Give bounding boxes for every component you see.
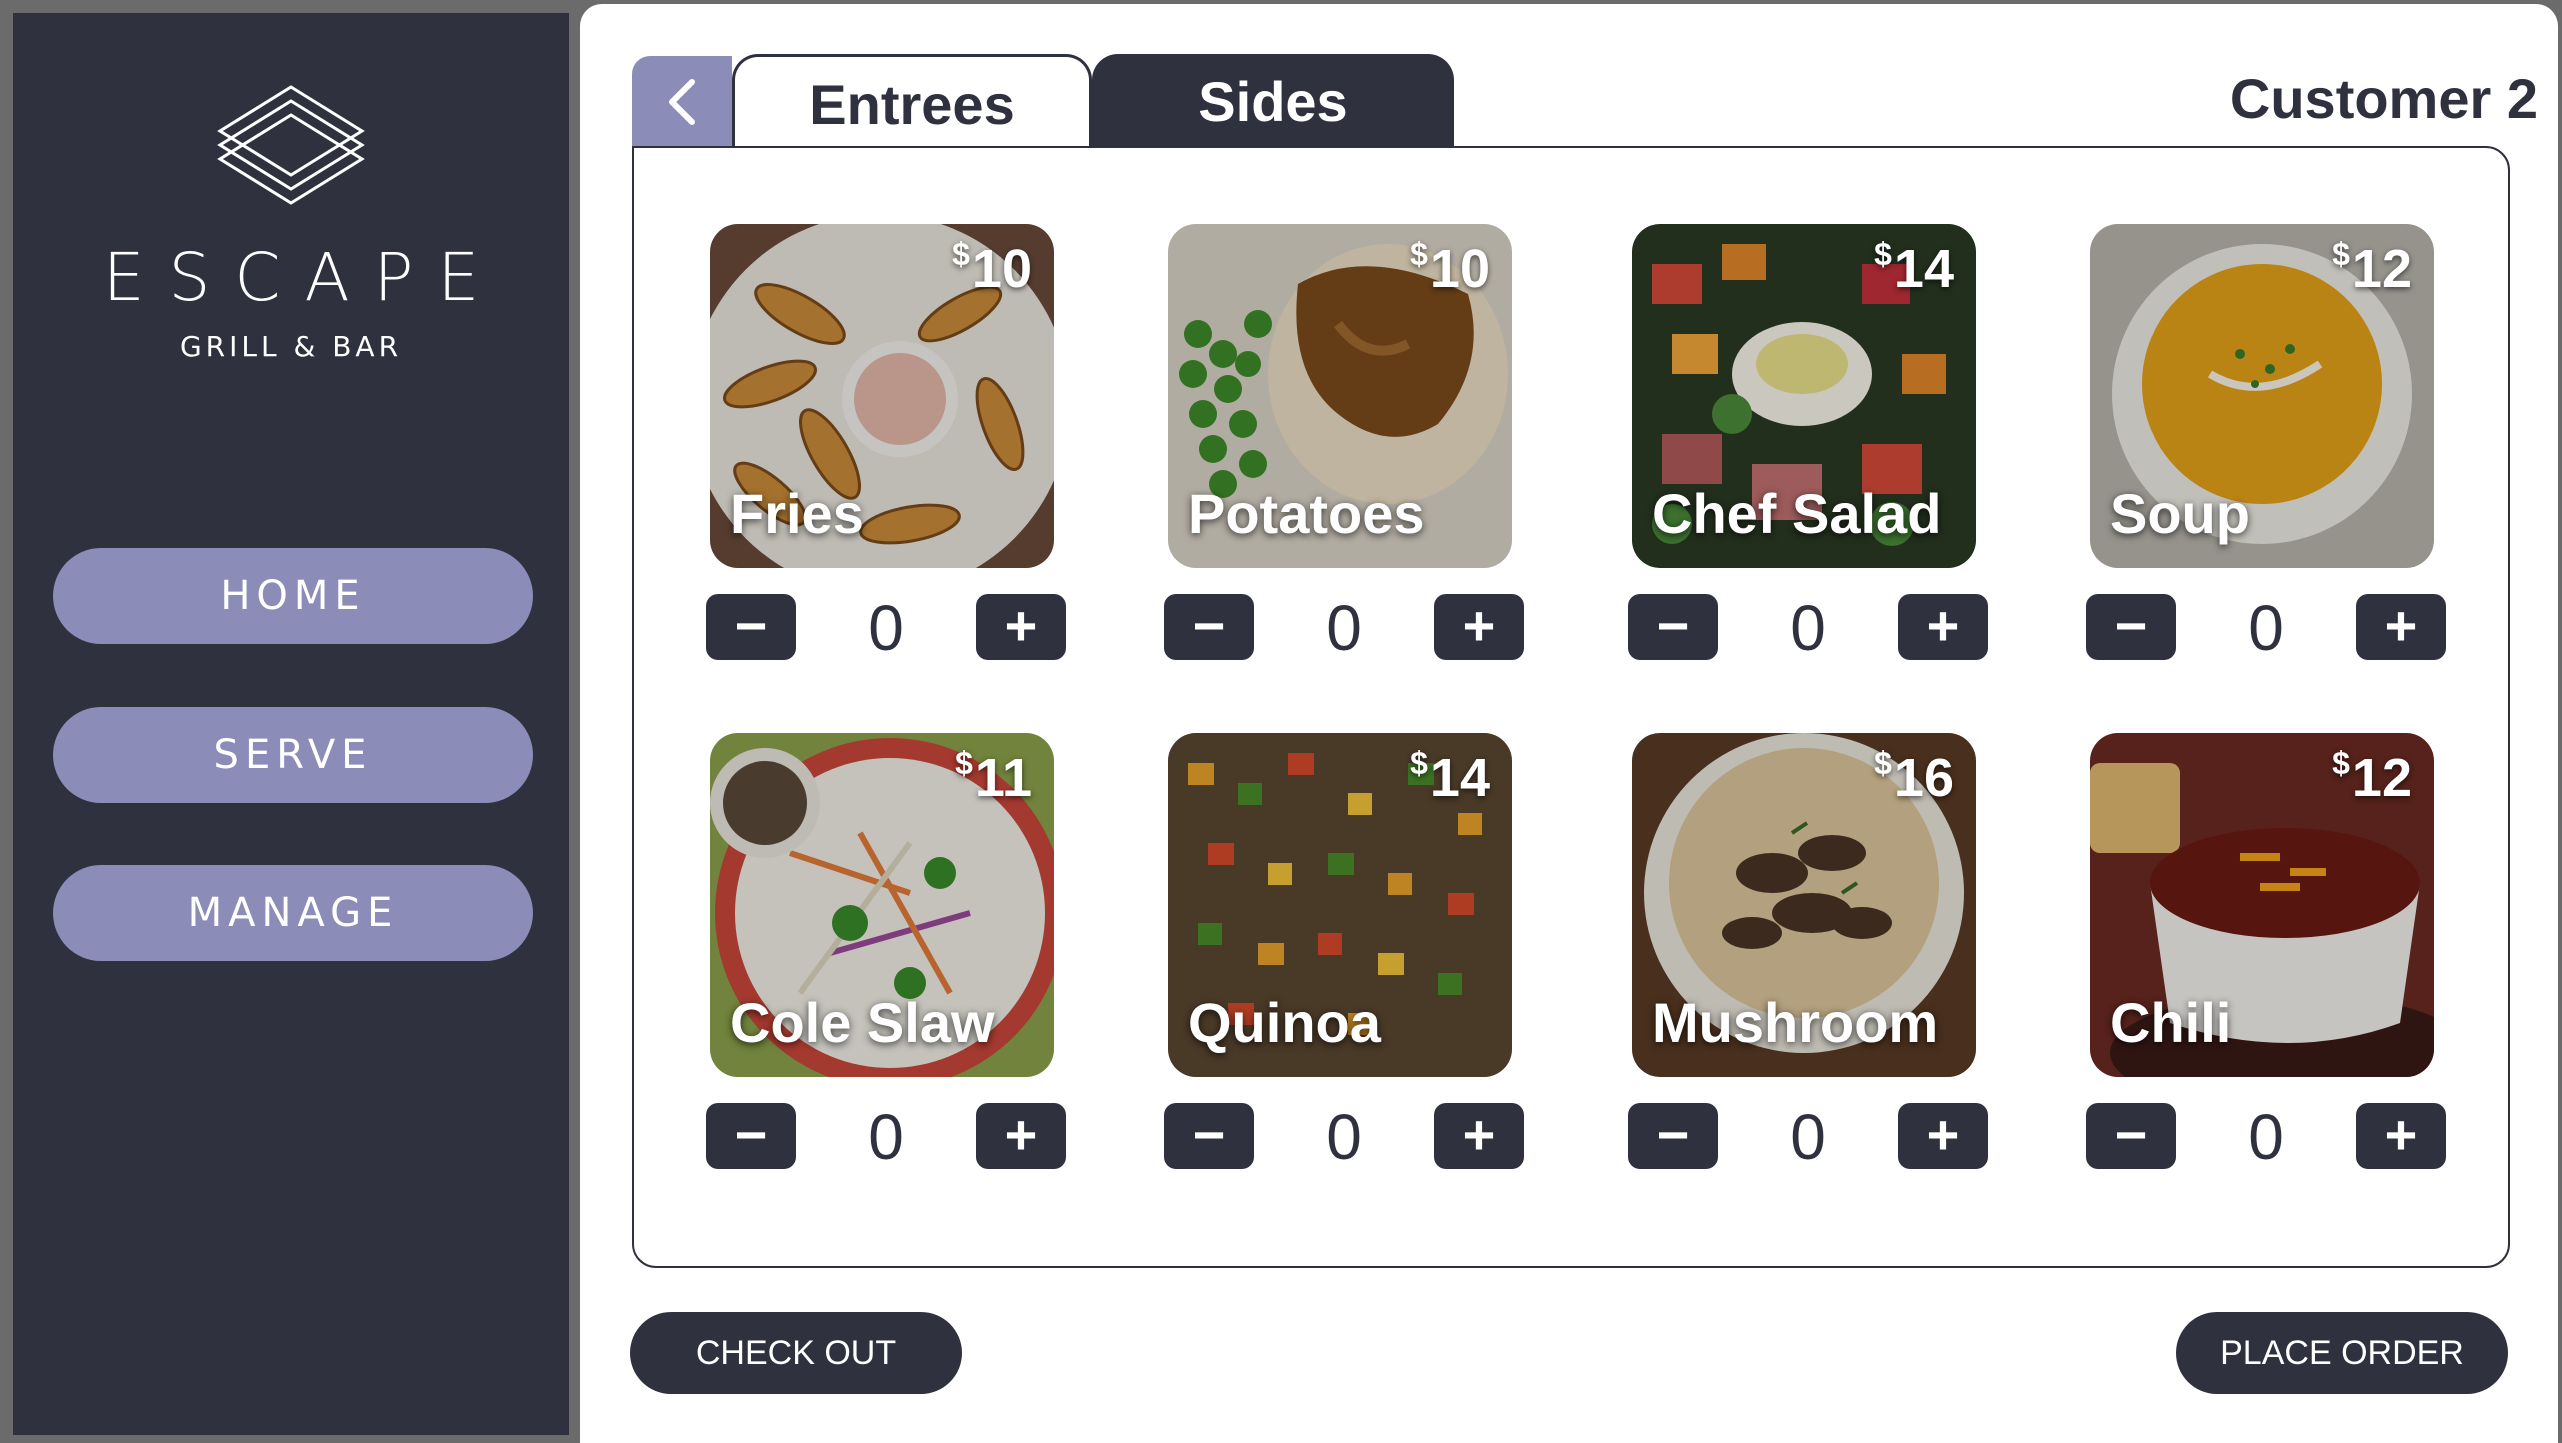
item-price: $10	[1410, 236, 1490, 299]
increment-button[interactable]: +	[1434, 594, 1524, 660]
quantity-value: 0	[868, 1101, 904, 1173]
menu-item-fries: $10 Fries − 0 +	[706, 224, 1066, 662]
item-price: $12	[2332, 745, 2412, 808]
item-tile[interactable]: $10 Fries	[710, 224, 1054, 568]
menu-item-chef-salad: $14 Chef Salad − 0 +	[1628, 224, 1988, 662]
quantity-stepper: − 0 +	[1164, 592, 1524, 664]
menu-item-mushroom: $16 Mushroom − 0 +	[1628, 733, 1988, 1171]
item-price: $11	[955, 745, 1032, 808]
menu-grid: $10 Fries − 0 + $10 Potatoes − 0 + $14 C…	[632, 146, 2510, 1268]
item-name: Potatoes	[1188, 482, 1425, 545]
sidebar: ESCAPE GRILL & BAR HOME SERVE MANAGE	[13, 13, 569, 1435]
item-tile[interactable]: $14 Quinoa	[1168, 733, 1512, 1077]
item-tile[interactable]: $11 Cole Slaw	[710, 733, 1054, 1077]
item-tile[interactable]: $12 Chili	[2090, 733, 2434, 1077]
increment-button[interactable]: +	[1434, 1103, 1524, 1169]
increment-button[interactable]: +	[2356, 594, 2446, 660]
increment-button[interactable]: +	[1898, 594, 1988, 660]
decrement-button[interactable]: −	[1164, 1103, 1254, 1169]
menu-item-quinoa: $14 Quinoa − 0 +	[1164, 733, 1524, 1171]
manage-button[interactable]: MANAGE	[53, 865, 533, 961]
decrement-button[interactable]: −	[1164, 594, 1254, 660]
quantity-stepper: − 0 +	[706, 592, 1066, 664]
item-price: $16	[1874, 745, 1954, 808]
place-order-button[interactable]: PLACE ORDER	[2176, 1312, 2508, 1394]
brand-name: ESCAPE	[102, 239, 504, 316]
quantity-value: 0	[1790, 1101, 1826, 1173]
item-price: $12	[2332, 236, 2412, 299]
serve-button[interactable]: SERVE	[53, 707, 533, 803]
quantity-value: 0	[1326, 592, 1362, 664]
decrement-button[interactable]: −	[706, 594, 796, 660]
quantity-value: 0	[2248, 1101, 2284, 1173]
tab-entrees[interactable]: Entrees	[732, 54, 1092, 148]
back-button[interactable]	[632, 56, 732, 148]
customer-label: Customer 2	[2229, 67, 2538, 130]
check-out-button[interactable]: CHECK OUT	[630, 1312, 962, 1394]
quantity-stepper: − 0 +	[1164, 1101, 1524, 1173]
increment-button[interactable]: +	[1898, 1103, 1988, 1169]
brand-tagline: GRILL & BAR	[179, 330, 403, 363]
brand-logo: ESCAPE GRILL & BAR	[13, 83, 569, 363]
tab-sides[interactable]: Sides	[1092, 54, 1454, 148]
decrement-button[interactable]: −	[2086, 1103, 2176, 1169]
item-tile[interactable]: $10 Potatoes	[1168, 224, 1512, 568]
stacked-diamonds-logo	[217, 85, 365, 205]
menu-item-chili: $12 Chili − 0 +	[2086, 733, 2446, 1171]
quantity-value: 0	[1790, 592, 1826, 664]
menu-item-cole-slaw: $11 Cole Slaw − 0 +	[706, 733, 1066, 1171]
decrement-button[interactable]: −	[1628, 594, 1718, 660]
decrement-button[interactable]: −	[706, 1103, 796, 1169]
quantity-stepper: − 0 +	[706, 1101, 1066, 1173]
item-name: Fries	[730, 482, 864, 545]
increment-button[interactable]: +	[976, 1103, 1066, 1169]
menu-item-potatoes: $10 Potatoes − 0 +	[1164, 224, 1524, 662]
order-panel: Entrees Sides Customer 2 $10 Fries − 0 +…	[580, 4, 2558, 1443]
item-name: Cole Slaw	[730, 991, 995, 1054]
item-name: Mushroom	[1652, 991, 1939, 1054]
item-price: $10	[952, 236, 1032, 299]
quantity-stepper: − 0 +	[1628, 1101, 1988, 1173]
chevron-left-icon	[669, 79, 695, 125]
home-button[interactable]: HOME	[53, 548, 533, 644]
quantity-value: 0	[868, 592, 904, 664]
decrement-button[interactable]: −	[1628, 1103, 1718, 1169]
menu-item-soup: $12 Soup − 0 +	[2086, 224, 2446, 662]
quantity-value: 0	[2248, 592, 2284, 664]
quantity-stepper: − 0 +	[1628, 592, 1988, 664]
item-name: Chili	[2110, 991, 2232, 1054]
decrement-button[interactable]: −	[2086, 594, 2176, 660]
item-name: Quinoa	[1188, 991, 1381, 1054]
increment-button[interactable]: +	[976, 594, 1066, 660]
increment-button[interactable]: +	[2356, 1103, 2446, 1169]
item-price: $14	[1874, 236, 1954, 299]
item-tile[interactable]: $12 Soup	[2090, 224, 2434, 568]
item-name: Chef Salad	[1652, 482, 1942, 545]
item-price: $14	[1410, 745, 1490, 808]
item-tile[interactable]: $16 Mushroom	[1632, 733, 1976, 1077]
quantity-stepper: − 0 +	[2086, 1101, 2446, 1173]
quantity-value: 0	[1326, 1101, 1362, 1173]
item-name: Soup	[2110, 482, 2250, 545]
item-tile[interactable]: $14 Chef Salad	[1632, 224, 1976, 568]
quantity-stepper: − 0 +	[2086, 592, 2446, 664]
